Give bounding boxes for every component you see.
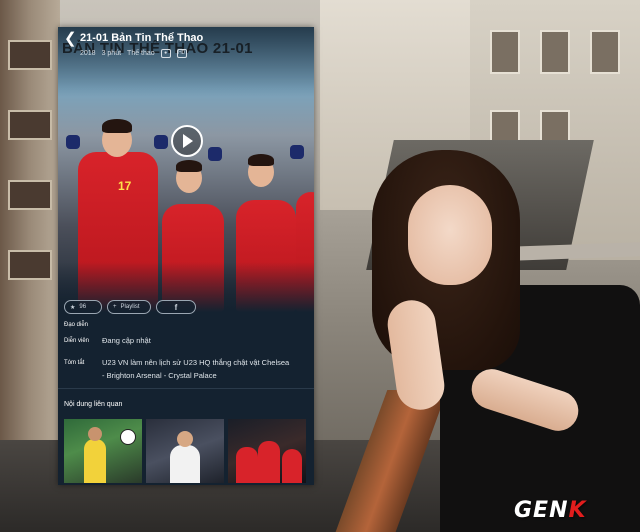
meta-duration: 3 phút xyxy=(101,50,122,57)
building-window xyxy=(8,40,52,70)
top-bar: ❮ 21-01 Bản Tin Thể Thao 2018 3 phút Thể… xyxy=(58,27,314,67)
like-count: 96 xyxy=(79,304,87,310)
player-glove xyxy=(154,135,168,149)
facebook-icon: f xyxy=(174,302,178,312)
meta-genre: Thể thao xyxy=(127,50,155,57)
building-window xyxy=(590,30,620,74)
thumb-player xyxy=(84,439,106,483)
thumb-head xyxy=(177,431,193,447)
like-button[interactable]: ★ 96 xyxy=(64,300,102,314)
logo-text: GEN xyxy=(514,498,569,523)
summary-line-1: U23 VN làm nên lịch sử U23 HQ thắng chật… xyxy=(102,358,290,367)
building-window xyxy=(490,30,520,74)
thumb-player xyxy=(258,441,280,483)
building-window xyxy=(8,250,52,280)
action-buttons: ★ 96 + Playlist f xyxy=(64,300,196,314)
thumb-player xyxy=(170,445,200,483)
player-hair xyxy=(102,119,132,133)
back-arrow-icon[interactable]: ❮ xyxy=(64,31,78,47)
related-section-title: Nội dung liên quan xyxy=(64,401,123,408)
play-button[interactable] xyxy=(171,125,203,157)
related-video-thumbnail[interactable] xyxy=(64,419,142,483)
related-video-thumbnail[interactable] xyxy=(228,419,306,483)
section-divider xyxy=(58,388,314,389)
star-icon: ★ xyxy=(70,304,76,311)
player-hair xyxy=(176,160,202,172)
logo-k: K xyxy=(568,498,587,523)
plus-icon: + xyxy=(113,304,117,310)
cast-label: Diễn viên xyxy=(64,338,90,344)
summary-line-2: - Brighton Arsenal - Crystal Palace xyxy=(102,371,217,380)
building-window xyxy=(8,180,52,210)
page-title: 21-01 Bản Tin Thể Thao xyxy=(80,32,204,44)
soccer-ball-icon xyxy=(120,429,136,445)
player-hair xyxy=(248,154,274,166)
meta-year: 2018 xyxy=(80,50,96,57)
director-label: Đạo diễn xyxy=(64,322,89,328)
facebook-share-button[interactable]: f xyxy=(156,300,196,314)
woman-face xyxy=(408,185,492,285)
cast-value: Đang cập nhật xyxy=(102,336,151,345)
player-glove xyxy=(290,145,304,159)
playlist-label: Playlist xyxy=(120,304,140,310)
playlist-button[interactable]: + Playlist xyxy=(107,300,151,314)
video-meta: 2018 3 phút Thể thao ● HD xyxy=(80,49,187,58)
thumb-player xyxy=(282,449,302,483)
jersey-number: 17 xyxy=(118,179,132,193)
video-detail-panel: 17 BẢN TIN THỂ THAO 21-01 ❮ 21-01 Bản Ti… xyxy=(58,27,314,485)
building-window xyxy=(8,110,52,140)
player-glove xyxy=(66,135,80,149)
thumb-head xyxy=(88,427,102,441)
player-glove xyxy=(208,147,222,161)
summary-label: Tóm tắt xyxy=(64,360,85,366)
thumb-player xyxy=(236,447,258,483)
video-thumbnail[interactable]: 17 xyxy=(58,27,314,312)
genk-logo: GENK xyxy=(514,498,587,523)
building-window xyxy=(540,30,570,74)
related-video-thumbnail[interactable] xyxy=(146,419,224,483)
subtitle-icon: ● xyxy=(160,49,171,58)
hd-badge: HD xyxy=(176,49,187,58)
